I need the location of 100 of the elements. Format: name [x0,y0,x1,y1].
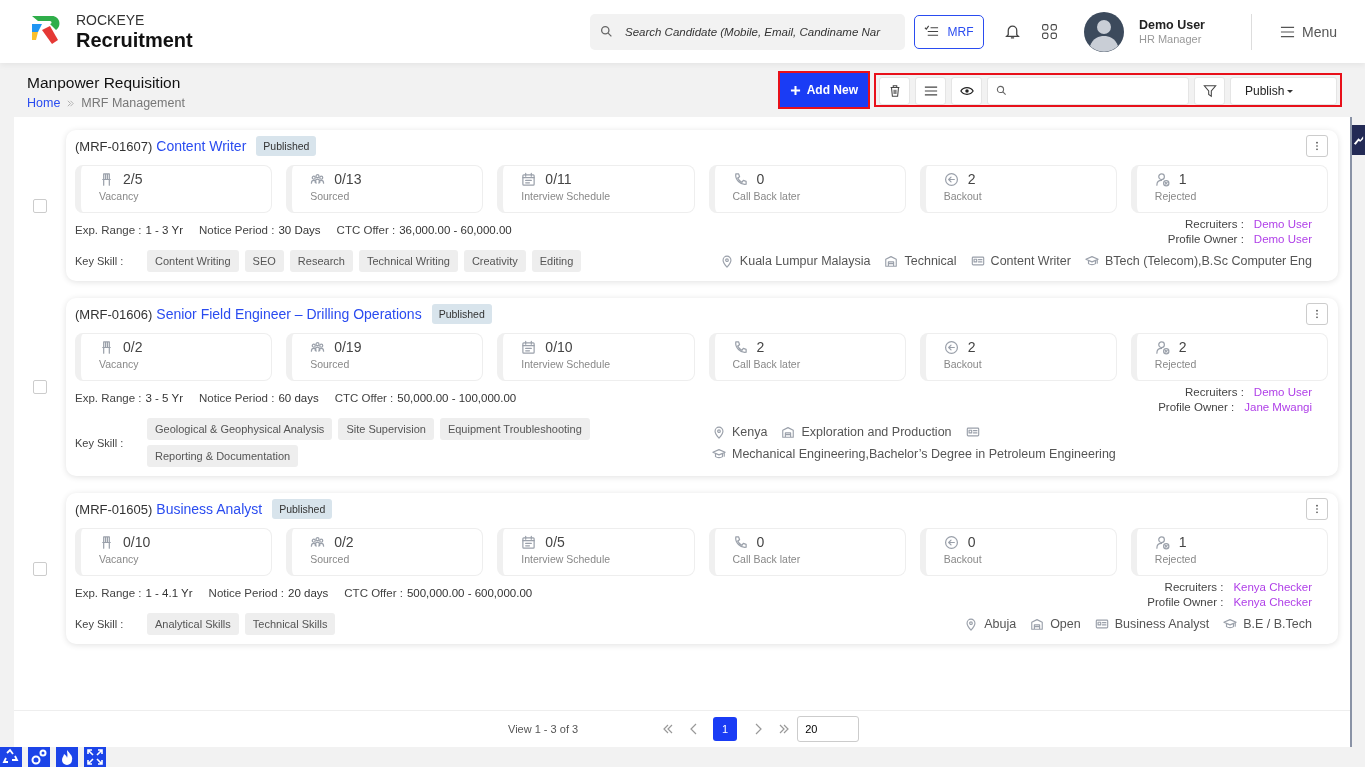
building-icon [884,254,899,268]
person-link[interactable]: Kenya Checker [1233,596,1312,608]
stat-label: Interview Schedule [521,190,612,202]
field-value: 1 - 4.1 Yr [145,587,193,599]
job-title-link[interactable]: Business Analyst [156,501,263,517]
apps-grid-icon[interactable] [1040,23,1058,40]
field-label: Recruiters : [1185,218,1244,230]
menu-button[interactable]: Menu [1267,23,1337,40]
list-view-button[interactable] [915,77,946,105]
stat-label: Interview Schedule [521,358,612,370]
filter-button[interactable] [1194,77,1225,105]
field-label: Profile Owner : [1147,596,1224,608]
checkbox[interactable] [33,198,47,213]
stat-card[interactable]: 0/10 Vacancy [75,528,273,576]
graduation-cap-icon [1223,617,1238,631]
location-pin-icon [964,617,979,631]
stat-label: Sourced [310,358,351,370]
skill-tag: Analytical Skills [147,613,239,635]
building-icon [1030,617,1045,631]
user-name: Demo User [1138,18,1206,32]
person-link[interactable]: Demo User [1253,218,1312,230]
person-link[interactable]: Demo User [1253,233,1312,245]
stat-card[interactable]: 2 Backout [919,165,1117,213]
stat-value: 0/2 [334,534,354,550]
stat-card[interactable]: 2 Call Back later [708,333,906,381]
stat-label: Call Back later [732,553,802,565]
stat-label: Sourced [310,553,351,565]
breadcrumb-link[interactable]: Home [27,96,61,110]
mrf-button[interactable]: MRF [913,14,984,49]
stat-card[interactable]: 0/2 Vacancy [75,333,273,381]
skill-tag: Reporting & Documentation [147,445,299,467]
calendar-icon [521,534,537,550]
stat-card[interactable]: 1 Rejected [1130,165,1329,213]
stat-card[interactable]: 0/10 Interview Schedule [497,333,695,381]
stat-card[interactable]: 2 Backout [919,333,1117,381]
id-card-icon [1094,617,1109,631]
status-badge: Published [431,304,492,324]
view-button[interactable] [951,77,982,105]
skill-tag: Site Supervision [338,418,434,440]
skill-tag: Technical Writing [358,250,458,272]
avatar-icon[interactable] [1083,11,1124,52]
stat-card[interactable]: 0/5 Interview Schedule [497,528,695,576]
stat-card[interactable]: 0/11 Interview Schedule [497,165,695,213]
skill-tag: Research [289,250,353,272]
side-tab-icon[interactable] [1352,125,1365,155]
skill-tag: Creativity [463,250,526,272]
field-value: 50,000.00 - 100,000.00 [397,392,517,404]
checkbox[interactable] [33,380,47,394]
status-dropdown[interactable]: Publish [1230,77,1337,105]
breadcrumb-current: MRF Management [81,96,185,110]
gears-icon[interactable] [28,747,50,767]
calendar-icon [521,171,537,187]
stat-card[interactable]: 0 Backout [919,528,1117,576]
person-link[interactable]: Kenya Checker [1233,581,1312,593]
stat-card[interactable]: 0/13 Sourced [286,165,484,213]
delete-button[interactable] [879,77,910,105]
job-title-link[interactable]: Content Writer [156,138,247,154]
checkbox[interactable] [33,561,47,576]
phone-icon [732,171,748,187]
page-size-field[interactable]: 20 [797,716,860,742]
stat-value: 0/19 [334,339,362,355]
brand-name: Recruitment [76,30,193,50]
chair-icon [99,171,114,187]
field-value: 30 Days [278,224,321,236]
filter-icon [1202,84,1217,98]
stat-card[interactable]: 0 Call Back later [708,528,906,576]
field-value: 36,000.00 - 60,000.00 [399,224,512,236]
stat-label: Call Back later [732,190,802,202]
skill-tag: Geological & Geophysical Analysis [147,418,333,440]
page-button[interactable]: 1 [713,717,738,741]
recycle-icon[interactable] [0,747,22,767]
page-summary: View 1 - 3 of 3 [508,723,579,735]
building-icon [781,424,796,439]
user-cross-icon [1154,171,1170,187]
stat-card[interactable]: 0/19 Sourced [286,333,484,381]
meta-text: Abuja [984,617,1017,631]
stat-value: 0/10 [123,534,151,550]
stat-card[interactable]: 2 Rejected [1130,333,1329,381]
person-link[interactable]: Demo User [1253,386,1312,398]
expand-icon[interactable] [84,747,106,767]
person-link[interactable]: Jane Mwangi [1244,401,1312,413]
search-field[interactable] [987,77,1189,105]
stat-value: 0/2 [123,339,143,355]
stat-card[interactable]: 0/2 Sourced [286,528,484,576]
field-label: Exp. Range : [75,392,142,404]
bell-icon[interactable] [1003,23,1021,40]
candidate-search-field[interactable]: Search Candidate (Mobile, Email, Candiname Nar [589,13,905,50]
job-title-link[interactable]: Senior Field Engineer – Drilling Operations [156,306,422,322]
skill-tag: Technical Skills [244,613,336,635]
field-label: CTC Offer : [334,392,394,404]
stat-value: 0/5 [545,534,565,550]
add-new-button[interactable]: Add New [779,73,868,107]
stat-card[interactable]: 2/5 Vacancy [75,165,273,213]
field-label: Key Skill : [75,436,125,449]
stat-card[interactable]: 1 Rejected [1130,528,1329,576]
stat-label: Vacancy [99,358,140,370]
flame-icon[interactable] [56,747,78,767]
field-label: CTC Offer : [336,224,396,236]
stat-card[interactable]: 0 Call Back later [708,165,906,213]
mrf-code: (MRF-01606) [75,306,153,322]
